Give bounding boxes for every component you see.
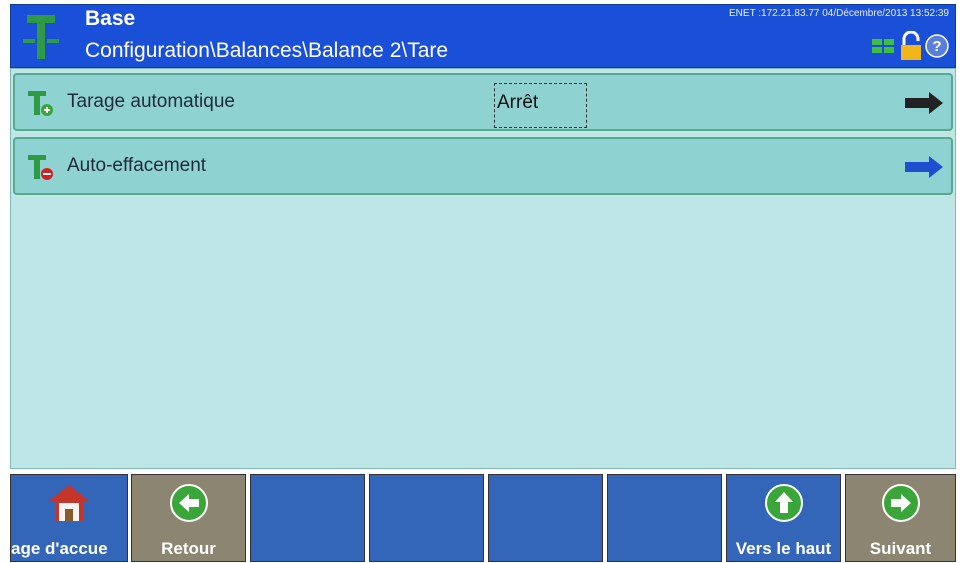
- softkey-empty-3[interactable]: [488, 474, 603, 562]
- arrow-right-icon[interactable]: [903, 154, 945, 180]
- back-label: Retour: [161, 539, 216, 558]
- softkey-empty-2[interactable]: [369, 474, 484, 562]
- help-icon[interactable]: ?: [925, 34, 949, 58]
- home-icon: [49, 485, 89, 521]
- row-auto-effacement[interactable]: Auto-effacement: [13, 137, 953, 195]
- softkey-empty-4[interactable]: [607, 474, 722, 562]
- back-button[interactable]: Retour: [131, 474, 246, 562]
- row-label: Tarage automatique: [67, 91, 235, 112]
- tare-remove-icon: [28, 155, 53, 180]
- row-tarage-automatique[interactable]: Tarage automatique Arrêt: [13, 73, 953, 131]
- arrow-left-circle-icon: [169, 484, 208, 522]
- svg-text:?: ?: [932, 38, 941, 55]
- tare-logo-icon: [23, 15, 59, 59]
- tare-add-icon: [28, 91, 53, 116]
- status-line: ENET :172.21.83.77 04/Décembre/2013 13:5…: [729, 8, 949, 19]
- arrow-right-circle-icon: [881, 484, 920, 522]
- up-label: Vers le haut: [735, 539, 832, 558]
- scroll-up-button[interactable]: Vers le haut: [726, 474, 841, 562]
- arrow-right-icon[interactable]: [903, 90, 945, 116]
- value-field[interactable]: Arrêt: [494, 83, 587, 128]
- breadcrumb: Configuration\Balances\Balance 2\Tare: [85, 39, 449, 62]
- page-title: Base: [85, 7, 136, 30]
- softkey-bar: age d'accue Retour Vers le haut Suivant: [10, 474, 956, 562]
- softkey-empty-1[interactable]: [250, 474, 365, 562]
- header-bar: Base Configuration\Balances\Balance 2\Ta…: [10, 4, 956, 68]
- arrow-up-circle-icon: [764, 484, 803, 522]
- home-label: age d'accue: [11, 539, 108, 558]
- main-panel: Tarage automatique Arrêt Auto-effacement: [10, 68, 956, 469]
- next-label: Suivant: [869, 539, 932, 558]
- network-icon: [872, 39, 894, 53]
- lock-icon[interactable]: [899, 31, 923, 61]
- home-button[interactable]: age d'accue: [10, 474, 128, 562]
- row-label: Auto-effacement: [67, 155, 207, 176]
- next-button[interactable]: Suivant: [845, 474, 956, 562]
